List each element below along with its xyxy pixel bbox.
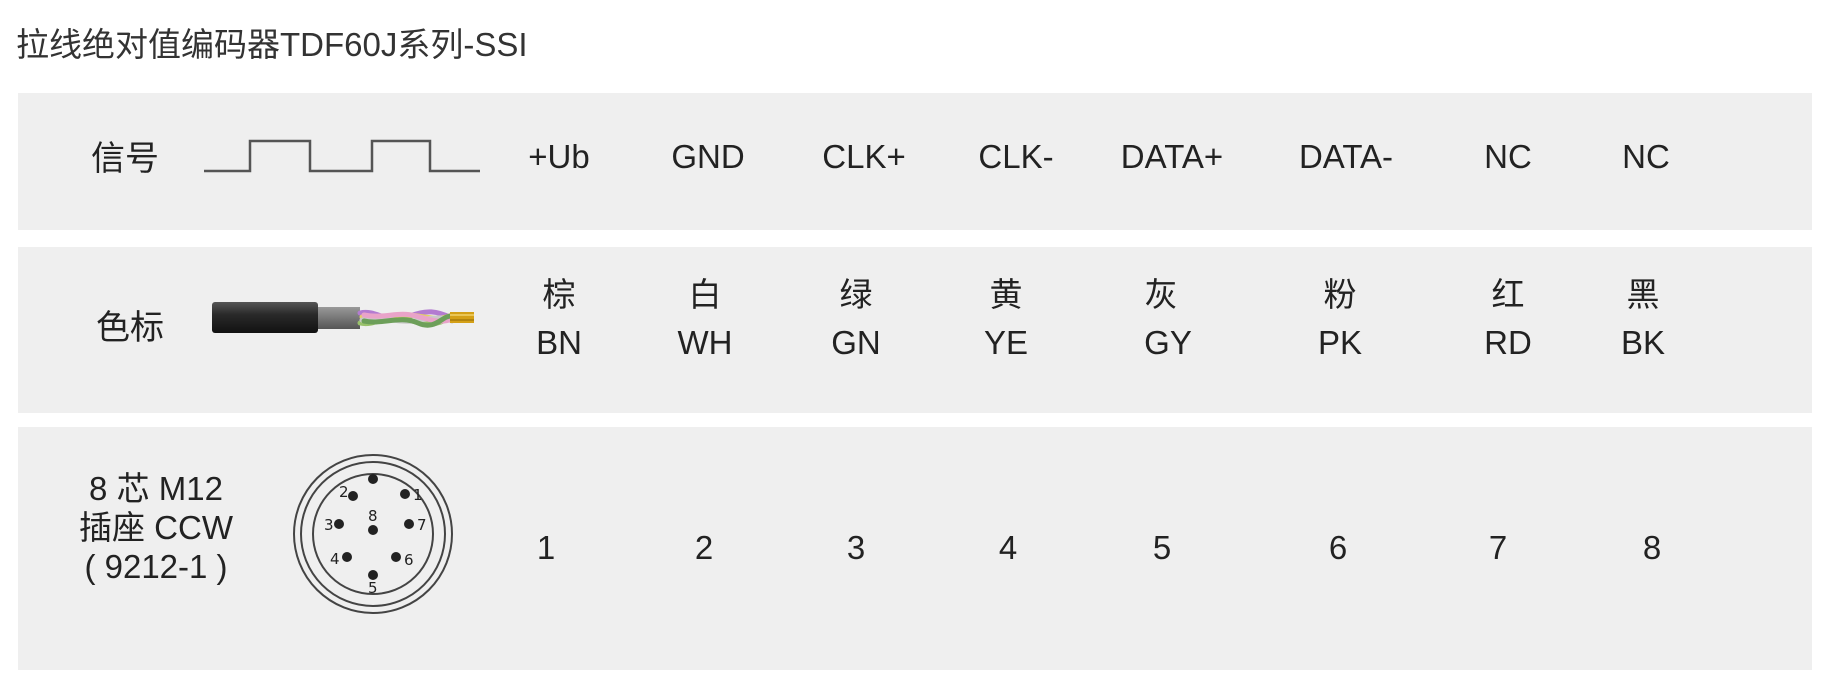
- signal-row: 信号 +Ub GND CLK+ CLK- DATA+ DATA- NC NC: [18, 93, 1812, 230]
- pin-label-2: 2: [339, 483, 349, 501]
- color-cell-8: 黑 BK: [1620, 276, 1666, 361]
- pin-label-5: 5: [368, 579, 378, 597]
- pin-number-1: 1: [536, 529, 556, 566]
- pin-number-6: 6: [1328, 529, 1348, 566]
- connector-label-line3: ( 9212-1 ): [84, 548, 228, 585]
- cable-icon: [212, 302, 474, 333]
- m12-connector-icon: 1 2 3 4 5 6 7 8: [293, 454, 453, 614]
- color-cell-5: 灰 GY: [1144, 276, 1192, 361]
- connector-label-line2: 插座 CCW: [79, 509, 233, 546]
- pin-label-6: 6: [404, 551, 414, 569]
- color-cell-3: 绿 GN: [831, 276, 881, 361]
- signal-pin-6: DATA-: [1298, 138, 1394, 175]
- color-cell-6: 粉 PK: [1317, 276, 1363, 361]
- pin-label-8: 8: [368, 507, 378, 525]
- pin-number-2: 2: [694, 529, 714, 566]
- color-cell-7: 红 RD: [1484, 276, 1532, 361]
- signal-pin-2: GND: [671, 138, 745, 175]
- pin-label-4: 4: [330, 550, 340, 568]
- signal-pin-8: NC: [1622, 138, 1670, 175]
- color-cell-2: 白 WH: [677, 276, 733, 361]
- color-cell-1: 棕 BN: [536, 276, 582, 361]
- color-row: 色标 棕 BN 白 WH 绿 GN 黄 YE 灰 GY 粉 PK 红 RD 黑 …: [18, 247, 1812, 413]
- pin-number-3: 3: [846, 529, 866, 566]
- pin-label-1: 1: [413, 486, 423, 504]
- pin-label-7: 7: [417, 516, 427, 534]
- signal-pin-7: NC: [1484, 138, 1532, 175]
- color-cell-4: 黄 YE: [983, 276, 1029, 361]
- signal-pin-3: CLK+: [822, 138, 906, 175]
- pin-label-3: 3: [324, 516, 334, 534]
- pin-number-8: 8: [1642, 529, 1662, 566]
- color-row-label: 色标: [96, 309, 164, 347]
- signal-row-label: 信号: [91, 140, 159, 178]
- pin-number-5: 5: [1152, 529, 1172, 566]
- pin-number-7: 7: [1488, 529, 1508, 566]
- pin-number-4: 4: [998, 529, 1018, 566]
- page-title: 拉线绝对值编码器TDF60J系列-SSI: [16, 26, 528, 63]
- signal-pin-1: +Ub: [528, 138, 590, 175]
- signal-pin-5: DATA+: [1120, 138, 1224, 175]
- connector-row-label: 8 芯 M12 插座 CCW ( 9212-1 ): [66, 469, 246, 586]
- square-wave-icon: [204, 139, 480, 173]
- connector-label-line1: 8 芯 M12: [89, 470, 223, 507]
- connector-row: 8 芯 M12 插座 CCW ( 9212-1 ) 1 2 3 4 5 6 7 …: [18, 427, 1812, 670]
- signal-pin-4: CLK-: [978, 138, 1054, 175]
